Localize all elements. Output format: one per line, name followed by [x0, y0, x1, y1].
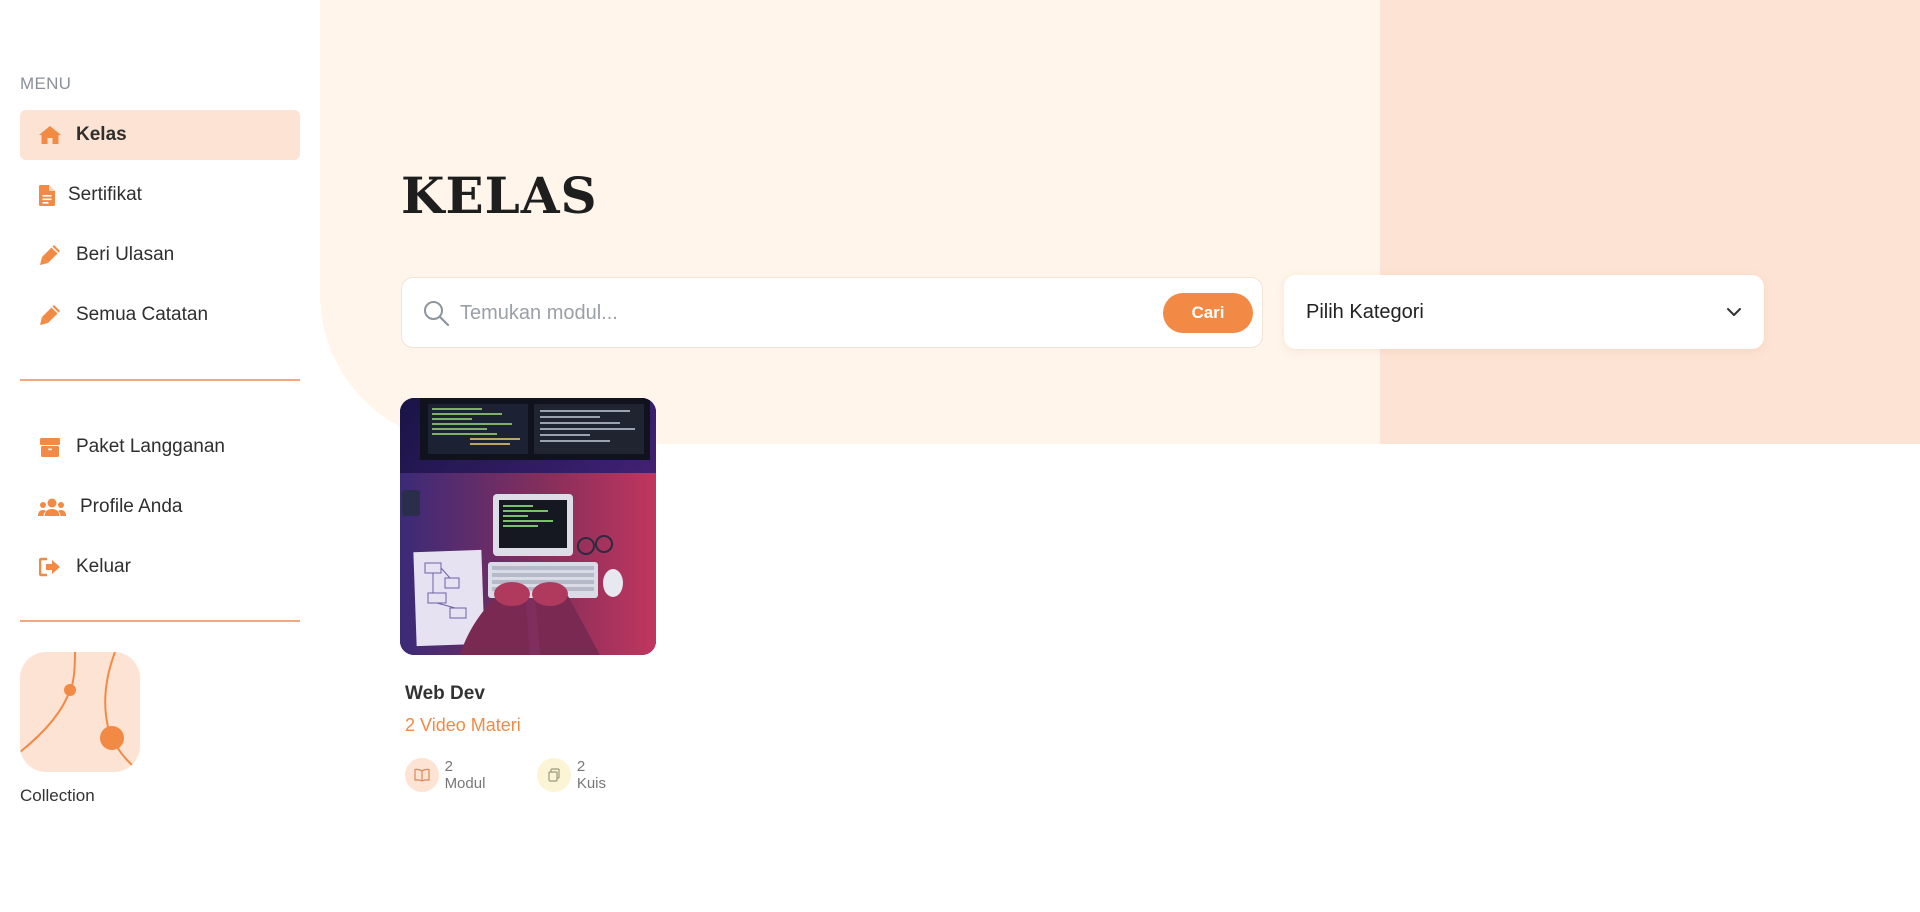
box-icon [38, 435, 62, 459]
collection-logo[interactable] [20, 652, 140, 772]
sidebar-item-label: Paket Langganan [76, 436, 225, 457]
document-icon [38, 183, 56, 207]
sidebar-item-kelas[interactable]: Kelas [20, 110, 300, 160]
copy-icon [537, 758, 571, 792]
category-select-value: Pilih Kategori [1306, 300, 1424, 323]
sidebar-item-label: Profile Anda [80, 496, 183, 517]
collection-label: Collection [20, 786, 95, 805]
search-input[interactable] [460, 294, 1100, 332]
header-background-peach [1380, 0, 1920, 444]
course-meta: 2 Modul 2 Kuis [405, 758, 658, 792]
sidebar-item-label: Kelas [76, 124, 127, 145]
course-card[interactable]: Web Dev 2 Video Materi 2 Modul 2 Kuis [400, 398, 658, 798]
menu-label: MENU [20, 74, 72, 93]
course-thumbnail [400, 398, 656, 655]
search-button[interactable]: Cari [1163, 293, 1253, 333]
sidebar: MENU Kelas Sertifikat Beri Ulasan Semua … [0, 0, 320, 912]
search-icon [422, 299, 450, 327]
page-title: KELAS [401, 166, 598, 225]
sidebar-item-label: Sertifikat [68, 184, 142, 205]
sidebar-item-paket-langganan[interactable]: Paket Langganan [20, 422, 300, 472]
sidebar-item-sertifikat[interactable]: Sertifikat [20, 170, 300, 220]
sidebar-nav-secondary: Paket Langganan Profile Anda Keluar [20, 422, 300, 602]
sign-out-icon [38, 555, 62, 579]
book-icon [405, 758, 439, 792]
sidebar-nav-primary: Kelas Sertifikat Beri Ulasan Semua Catat… [20, 110, 300, 350]
course-title: Web Dev [405, 683, 485, 704]
pencil-icon [38, 243, 62, 267]
sidebar-item-label: Beri Ulasan [76, 244, 175, 265]
app-root: MENU Kelas Sertifikat Beri Ulasan Semua … [0, 0, 1920, 912]
sidebar-item-beri-ulasan[interactable]: Beri Ulasan [20, 230, 300, 280]
course-modules-label: 2 Modul [444, 758, 486, 792]
sidebar-item-semua-catatan[interactable]: Semua Catatan [20, 290, 300, 340]
category-select[interactable]: Pilih Kategori [1284, 275, 1764, 349]
users-icon [38, 495, 66, 519]
course-modules: 2 Modul [405, 758, 497, 792]
course-quizzes-label: 2 Kuis [576, 758, 607, 792]
sidebar-divider [20, 379, 300, 381]
sidebar-divider [20, 620, 300, 622]
search-bar: Cari [401, 277, 1263, 348]
sidebar-item-label: Keluar [76, 556, 131, 577]
chevron-down-icon [1724, 302, 1744, 322]
sidebar-item-keluar[interactable]: Keluar [20, 542, 300, 592]
sidebar-item-label: Semua Catatan [76, 304, 209, 325]
pencil-icon [38, 303, 62, 327]
course-quizzes: 2 Kuis [537, 758, 618, 792]
sidebar-item-profile-anda[interactable]: Profile Anda [20, 482, 300, 532]
course-video-count: 2 Video Materi [405, 715, 521, 735]
home-icon [38, 123, 62, 147]
